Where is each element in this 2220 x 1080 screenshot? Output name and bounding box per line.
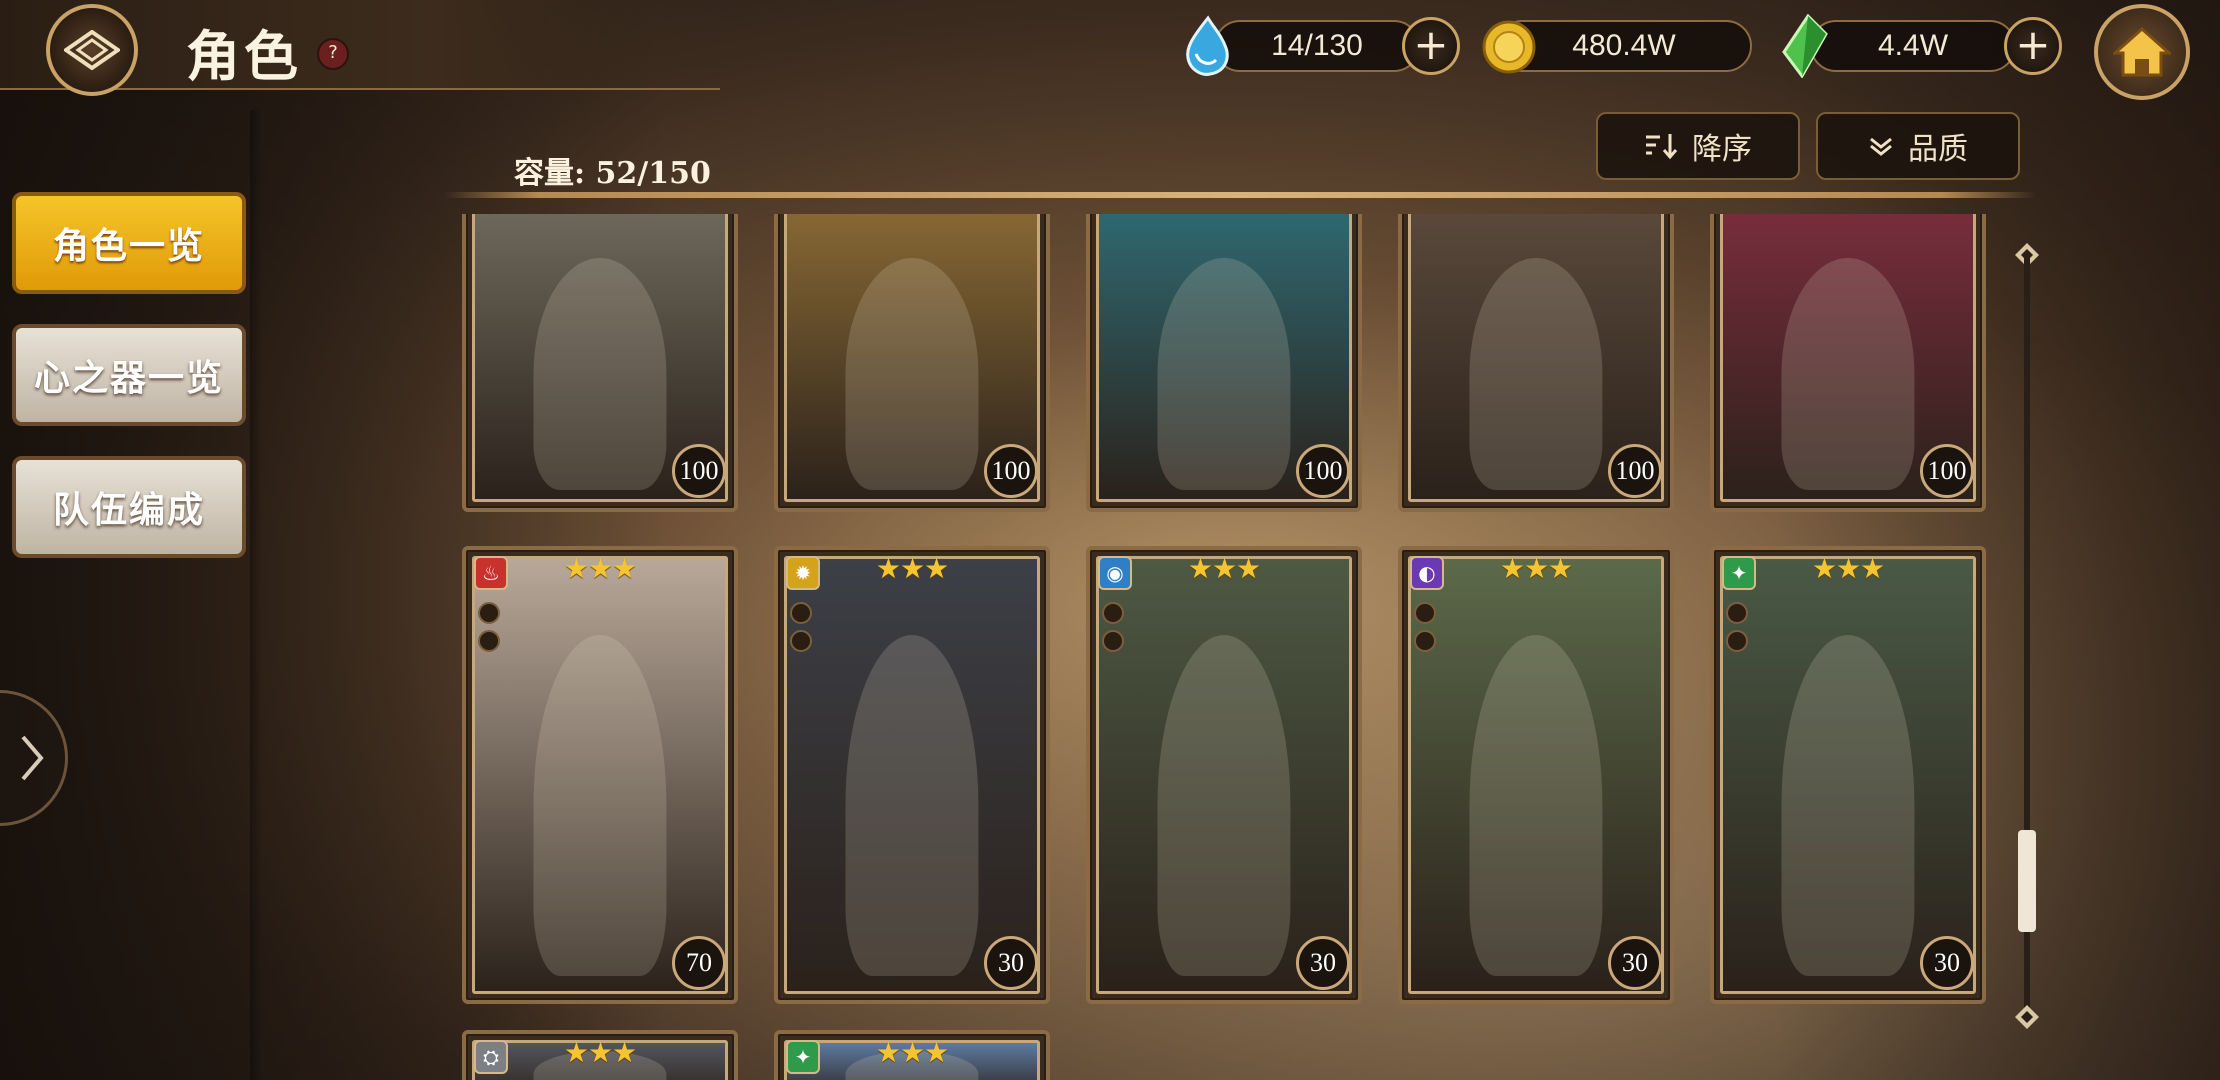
quality-filter-label: 品质 xyxy=(1908,132,1968,167)
nav-heart-vessel-list[interactable]: 心之器一览 xyxy=(12,324,246,426)
menu-button[interactable] xyxy=(46,4,138,96)
character-figure xyxy=(845,257,979,491)
character-figure xyxy=(1469,257,1603,491)
character-portrait xyxy=(472,556,728,994)
character-card[interactable]: 100 xyxy=(1398,214,1674,512)
character-figure xyxy=(845,634,979,977)
dark-element-icon: ◐ xyxy=(1410,556,1444,590)
home-button[interactable] xyxy=(2094,4,2190,100)
page-title: 角色 xyxy=(186,24,302,88)
water-drop-icon xyxy=(1186,15,1229,76)
chevron-right-icon xyxy=(21,735,44,781)
equipment-slot xyxy=(478,630,500,652)
stamina-value: 14/130 xyxy=(1271,29,1363,62)
character-card[interactable]: 100 xyxy=(1710,214,1986,512)
character-card[interactable]: ★★★ ◉ 30 xyxy=(1086,546,1362,1004)
equipment-slot xyxy=(790,602,812,624)
equipment-slot xyxy=(1414,602,1436,624)
diamond-menu-icon xyxy=(64,30,120,70)
level-badge: 100 xyxy=(1296,444,1350,498)
character-figure xyxy=(533,257,667,491)
nav-character-list[interactable]: 角色一览 xyxy=(12,192,246,294)
sort-order-button[interactable]: 降序 xyxy=(1596,112,1800,180)
character-figure xyxy=(1157,257,1291,491)
help-button[interactable]: ? xyxy=(317,38,349,70)
divider xyxy=(444,192,2036,198)
character-card[interactable]: 100 xyxy=(774,214,1050,512)
gold-coin-icon xyxy=(1482,20,1536,74)
character-figure xyxy=(1781,257,1915,491)
character-card[interactable]: 100 xyxy=(1086,214,1362,512)
level-badge: 100 xyxy=(1608,444,1662,498)
level-badge: 30 xyxy=(1296,936,1350,990)
character-figure xyxy=(1157,634,1291,977)
steel-element-icon: ⛭ xyxy=(474,1040,508,1074)
level-badge: 30 xyxy=(1920,936,1974,990)
fire-element-icon: ♨ xyxy=(474,556,508,590)
nav-team-formation[interactable]: 队伍编成 xyxy=(12,456,246,558)
sort-icon xyxy=(1646,134,1678,160)
character-card[interactable]: ★★★ ◐ 30 xyxy=(1398,546,1674,1004)
level-badge: 100 xyxy=(672,444,726,498)
capacity-label: 容量: 52/150 xyxy=(514,156,711,191)
gem-value: 4.4W xyxy=(1877,29,1949,62)
equipment-slot xyxy=(1414,630,1436,652)
character-card[interactable]: ★★★ ✦ 30 xyxy=(1710,546,1986,1004)
character-grid: 100 100 100 100 100 ★★★ ♨ 70 ★★★ ✹ 30 ★★★ ◉ 30 ★★★ ◐ 30 ★… xyxy=(462,214,1998,1080)
level-badge: 70 xyxy=(672,936,726,990)
gold-value: 480.4W xyxy=(1572,29,1676,62)
equipment-slot xyxy=(478,602,500,624)
equipment-slot xyxy=(790,630,812,652)
light-element-icon: ✹ xyxy=(786,556,820,590)
level-badge: 30 xyxy=(984,936,1038,990)
character-figure xyxy=(1781,634,1915,977)
equipment-slot xyxy=(1726,602,1748,624)
character-portrait xyxy=(1720,556,1976,994)
gem-counter: 4.4W xyxy=(1810,20,2016,72)
level-badge: 30 xyxy=(1608,936,1662,990)
character-card[interactable]: ★★★ ♨ 70 xyxy=(462,546,738,1004)
stamina-counter: 14/130 xyxy=(1214,20,1420,72)
character-portrait xyxy=(784,556,1040,994)
character-figure xyxy=(1469,634,1603,977)
water-element-icon: ◉ xyxy=(1098,556,1132,590)
character-portrait xyxy=(1096,556,1352,994)
nav-heart-vessel-list-label: 心之器一览 xyxy=(33,357,224,399)
character-card[interactable]: ★★★ ✹ 30 xyxy=(774,546,1050,1004)
add-gem-button[interactable]: + xyxy=(2004,17,2062,75)
nav-team-formation-label: 队伍编成 xyxy=(52,489,205,531)
add-stamina-button[interactable]: + xyxy=(1402,17,1460,75)
level-badge: 100 xyxy=(1920,444,1974,498)
green-crystal-icon xyxy=(1782,14,1828,78)
character-figure xyxy=(533,634,667,977)
scroll-thumb[interactable] xyxy=(2018,830,2036,932)
character-card[interactable]: ★★★ ⛭ xyxy=(462,1030,738,1080)
level-badge: 100 xyxy=(984,444,1038,498)
chevron-down-icon xyxy=(1870,137,1892,156)
character-card[interactable]: ★★★ ✦ xyxy=(774,1030,1050,1080)
character-portrait xyxy=(1408,556,1664,994)
character-card[interactable]: 100 xyxy=(462,214,738,512)
home-icon xyxy=(2113,26,2171,77)
wind-element-icon: ✦ xyxy=(786,1040,820,1074)
nav-character-list-label: 角色一览 xyxy=(52,225,205,267)
wind-element-icon: ✦ xyxy=(1722,556,1756,590)
equipment-slot xyxy=(1102,630,1124,652)
scroll-down-ornament-icon xyxy=(2015,1005,2039,1029)
equipment-slot xyxy=(1102,602,1124,624)
sort-order-label: 降序 xyxy=(1692,132,1752,167)
equipment-slot xyxy=(1726,630,1748,652)
quality-filter-button[interactable]: 品质 xyxy=(1816,112,2020,180)
sidebar-edge xyxy=(250,110,262,1080)
